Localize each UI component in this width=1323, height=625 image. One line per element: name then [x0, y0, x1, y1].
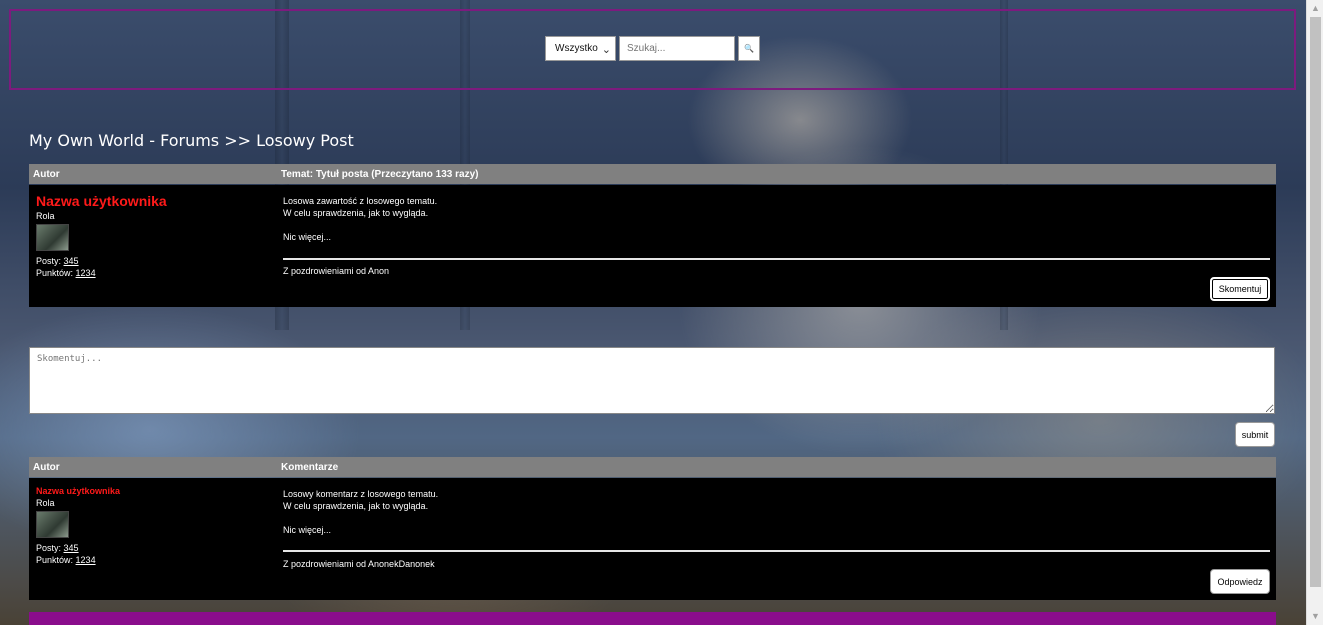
topic-column-header: Temat: Tytuł posta (Przeczytano 133 razy…	[281, 169, 479, 180]
post-text-blank	[283, 219, 437, 231]
author-posts: Posty: 345	[36, 543, 79, 553]
scroll-down-arrow-icon[interactable]: ▼	[1307, 608, 1323, 625]
comment: Nazwa użytkownika Rola Posty: 345 Punktó…	[29, 478, 1276, 600]
posts-count-link[interactable]: 345	[64, 543, 79, 553]
comment-text-blank	[283, 512, 438, 524]
comment-text-line: W celu sprawdzenia, jak to wygląda.	[283, 501, 429, 511]
post-signature: Z pozdrowieniami od Anon	[283, 266, 390, 276]
post-author: Nazwa użytkownika Rola Posty: 345 Punktó…	[36, 193, 167, 279]
comment-button[interactable]: Skomentuj	[1210, 277, 1270, 301]
search-icon: 🔍	[744, 44, 754, 53]
search-input[interactable]	[619, 36, 735, 61]
page-scrollbar[interactable]: ▲ ▼	[1306, 0, 1323, 625]
points-count-link[interactable]: 1234	[76, 555, 96, 565]
scrollbar-thumb[interactable]	[1310, 17, 1321, 587]
author-username[interactable]: Nazwa użytkownika	[36, 486, 120, 496]
posts-count-link[interactable]: 345	[64, 256, 79, 266]
author-points: Punktów: 1234	[36, 268, 96, 278]
author-role: Rola	[36, 498, 55, 508]
post: Nazwa użytkownika Rola Posty: 345 Punktó…	[29, 185, 1276, 307]
comments-column-header: Komentarze	[281, 462, 339, 473]
search-button[interactable]: 🔍	[738, 36, 760, 61]
avatar	[36, 511, 69, 538]
search-category-value: Wszystko	[555, 43, 598, 54]
author-points: Punktów: 1234	[36, 555, 96, 565]
comment-textarea[interactable]	[29, 347, 1275, 414]
post-text-line: Losowa zawartość z losowego tematu.	[283, 196, 438, 206]
post-text-line: Nic więcej...	[283, 232, 332, 242]
submit-button[interactable]: submit	[1235, 422, 1275, 447]
reply-button[interactable]: Odpowiedz	[1210, 569, 1270, 594]
comment-author: Nazwa użytkownika Rola Posty: 345 Punktó…	[36, 486, 120, 566]
post-text-line: W celu sprawdzenia, jak to wygląda.	[283, 208, 429, 218]
comment-signature: Z pozdrowieniami od AnonekDanonek	[283, 559, 435, 569]
search-bar: Wszystko ⌄ 🔍	[545, 36, 760, 61]
post-body: Losowa zawartość z losowego tematu. W ce…	[283, 195, 437, 243]
search-category-select[interactable]: Wszystko ⌄	[545, 36, 616, 61]
avatar	[36, 224, 69, 251]
points-count-link[interactable]: 1234	[76, 268, 96, 278]
author-column-header: Autor	[33, 169, 60, 180]
breadcrumb: My Own World - Forums >> Losowy Post	[29, 131, 354, 150]
comment-body: Losowy komentarz z losowego tematu. W ce…	[283, 488, 438, 536]
author-posts: Posty: 345	[36, 256, 79, 266]
chevron-down-icon: ⌄	[601, 44, 611, 56]
author-username[interactable]: Nazwa użytkownika	[36, 193, 167, 209]
comment-text-line: Nic więcej...	[283, 525, 332, 535]
signature-divider	[283, 258, 1270, 260]
signature-divider	[283, 550, 1270, 552]
author-role: Rola	[36, 211, 55, 221]
footer-bar	[29, 612, 1276, 625]
post-table-header: Autor Temat: Tytuł posta (Przeczytano 13…	[29, 164, 1276, 184]
scroll-up-arrow-icon[interactable]: ▲	[1307, 0, 1323, 17]
comments-table-header: Autor Komentarze	[29, 457, 1276, 477]
author-column-header: Autor	[33, 462, 60, 473]
comment-text-line: Losowy komentarz z losowego tematu.	[283, 489, 439, 499]
